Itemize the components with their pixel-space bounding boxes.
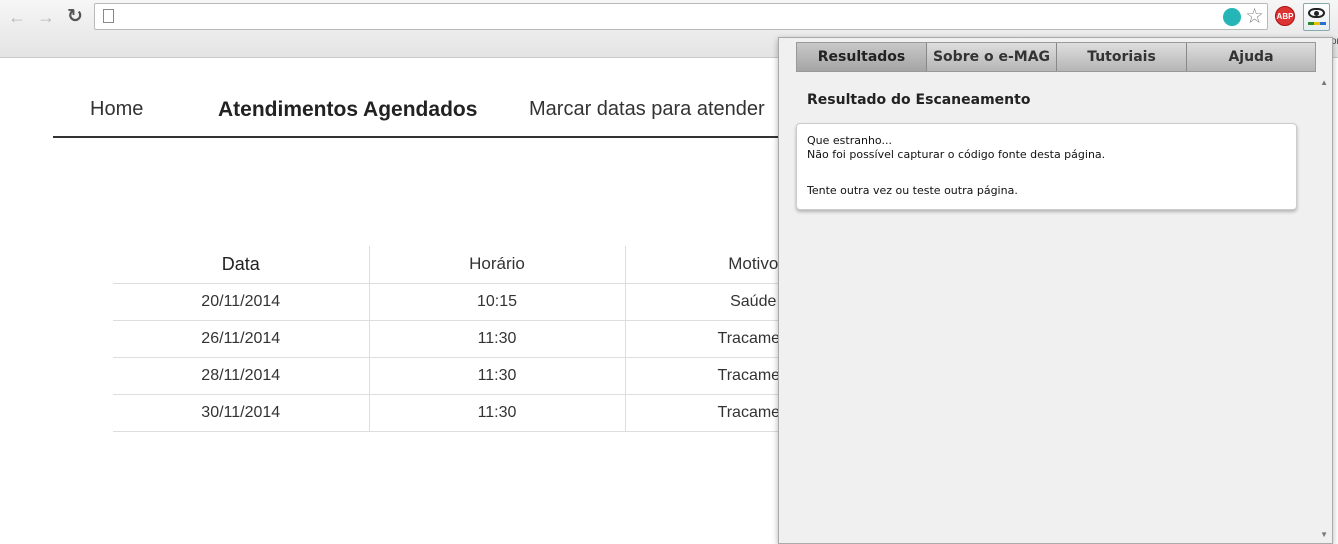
table-row: 20/11/2014 10:15 Saúde	[113, 283, 881, 321]
cell-data: 20/11/2014	[113, 283, 369, 321]
tab-sobre-emag[interactable]: Sobre o e-MAG	[927, 43, 1057, 71]
cell-horario: 11:30	[368, 320, 625, 358]
address-bar[interactable]: ☆	[94, 3, 1268, 30]
table-header-row: Data Horário Motivo	[113, 246, 881, 284]
cell-data: 30/11/2014	[113, 394, 369, 432]
nav-atendimentos-link[interactable]: Atendimentos Agendados	[218, 98, 477, 122]
scroll-up-arrow-icon[interactable]: ▲	[1320, 78, 1328, 87]
reload-icon[interactable]: ↻	[64, 6, 86, 28]
appointments-table: Data Horário Motivo 20/11/2014 10:15 Saú…	[113, 246, 881, 432]
column-header-horario: Horário	[368, 246, 625, 284]
nav-home-link[interactable]: Home	[90, 98, 143, 121]
cell-horario: 10:15	[368, 283, 625, 321]
table-row: 30/11/2014 11:30 Tracamen	[113, 394, 881, 432]
cell-horario: 11:30	[368, 357, 625, 395]
popup-scrollbar[interactable]: ▲ ▼	[1316, 76, 1332, 543]
message-line: Que estranho...	[807, 134, 892, 147]
popup-tab-bar: Resultados Sobre o e-MAG Tutoriais Ajuda	[796, 42, 1316, 72]
color-bar-blue	[1320, 22, 1326, 25]
tab-ajuda[interactable]: Ajuda	[1187, 43, 1315, 71]
cell-data: 26/11/2014	[113, 320, 369, 358]
emag-extension-button[interactable]	[1303, 3, 1330, 31]
tab-resultados[interactable]: Resultados	[797, 43, 927, 71]
table-row: 28/11/2014 11:30 Tracamen	[113, 357, 881, 395]
cell-horario: 11:30	[368, 394, 625, 432]
cell-data: 28/11/2014	[113, 357, 369, 395]
tab-tutoriais[interactable]: Tutoriais	[1057, 43, 1187, 71]
site-navigation: Home Atendimentos Agendados Marcar datas…	[53, 96, 793, 138]
page-icon	[103, 9, 114, 23]
table-row: 26/11/2014 11:30 Tracamen	[113, 320, 881, 358]
message-line: Não foi possível capturar o código fonte…	[807, 148, 1106, 161]
message-gap	[807, 162, 1286, 184]
result-heading: Resultado do Escaneamento	[807, 92, 1031, 108]
nav-marcar-datas-link[interactable]: Marcar datas para atender	[529, 98, 765, 121]
emag-extension-popup: Resultados Sobre o e-MAG Tutoriais Ajuda…	[778, 37, 1333, 544]
column-header-data: Data	[113, 246, 369, 284]
forward-arrow-icon[interactable]: →	[35, 6, 57, 28]
bookmark-star-icon[interactable]: ☆	[1245, 4, 1264, 29]
adblock-icon[interactable]: ABP	[1275, 6, 1295, 26]
back-arrow-icon[interactable]: ←	[6, 6, 28, 28]
message-line: Tente outra vez ou teste outra página.	[807, 184, 1018, 197]
extension-dot-icon[interactable]	[1223, 8, 1241, 26]
result-message-box: Que estranho... Não foi possível captura…	[796, 123, 1297, 210]
eye-icon	[1308, 8, 1325, 18]
scroll-down-arrow-icon[interactable]: ▼	[1320, 530, 1328, 539]
